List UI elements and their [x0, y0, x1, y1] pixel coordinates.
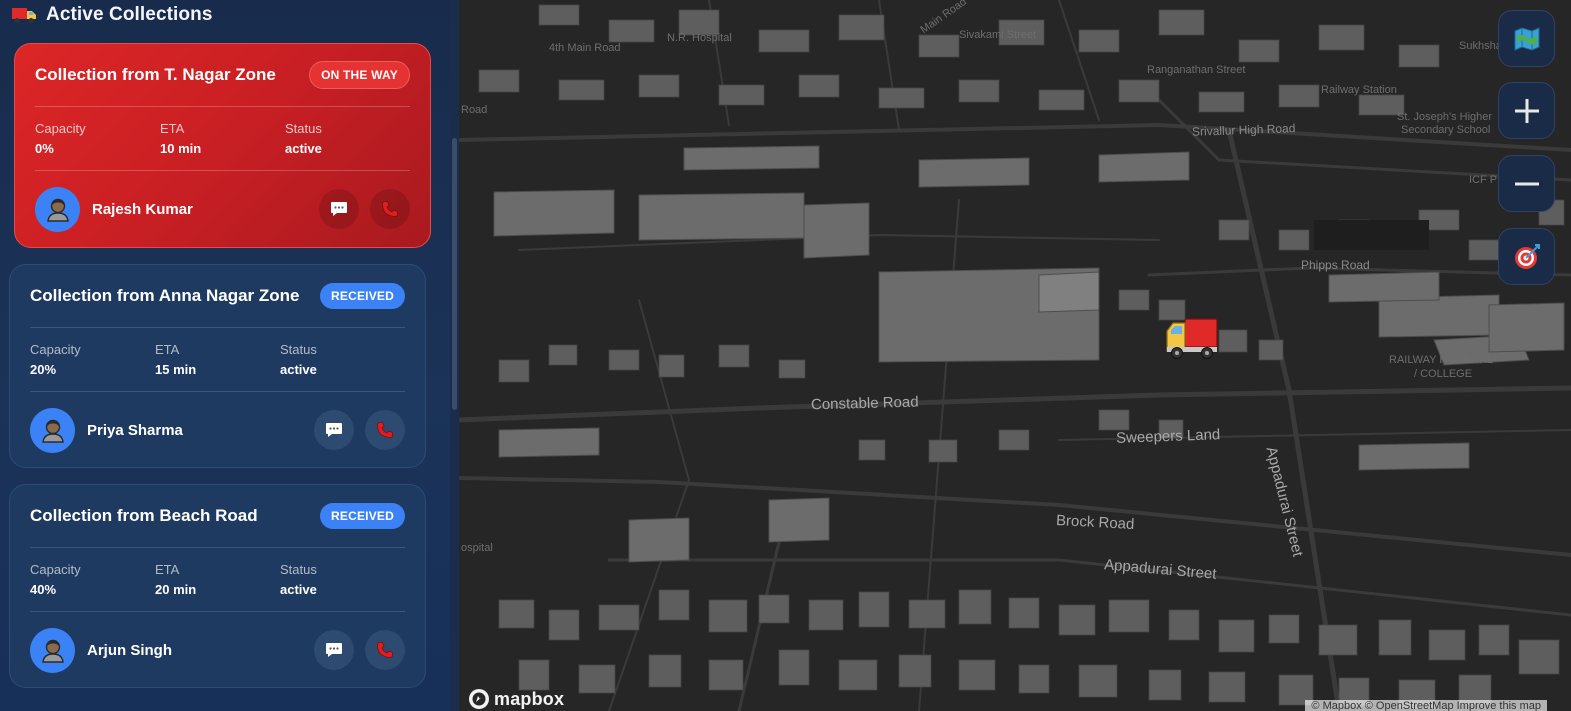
capacity-stat: Capacity 40%	[30, 562, 155, 611]
status-label: Status	[280, 562, 317, 577]
phone-icon	[377, 422, 393, 438]
zoom-out-icon	[1514, 182, 1539, 185]
person-icon	[46, 198, 69, 222]
street-label: Sweepers Land	[1115, 426, 1221, 447]
driver-name: Arjun Singh	[87, 641, 172, 659]
capacity-stat: Capacity 20%	[30, 342, 155, 391]
status-stat: Status active	[285, 121, 410, 170]
phone-icon	[382, 201, 398, 217]
collection-card[interactable]: Collection from Beach Road RECEIVED Capa…	[9, 484, 426, 688]
locate-button[interactable]	[1498, 228, 1555, 285]
place-label: RAILWAY HOSPITAL	[1389, 354, 1493, 366]
driver-name: Priya Sharma	[87, 421, 183, 439]
place-label: ICF P	[1469, 174, 1498, 186]
eta-value: 10 min	[160, 141, 202, 156]
collection-title: Collection from T. Nagar Zone	[35, 65, 276, 84]
eta-stat: ETA 10 min	[160, 121, 285, 170]
place-label: Sukhsha	[1459, 40, 1502, 52]
collection-title: Collection from Beach Road	[30, 506, 258, 525]
street-label: Phipps Road	[1301, 258, 1370, 272]
person-icon	[41, 419, 64, 443]
status-badge: RECEIVED	[320, 283, 405, 309]
eta-label: ETA	[160, 121, 185, 136]
avatar	[35, 186, 80, 232]
map-style-icon	[1514, 26, 1539, 51]
place-label: N.R. Hospital	[667, 32, 732, 44]
status-stat: Status active	[280, 342, 405, 391]
truck-icon[interactable]	[1165, 315, 1219, 360]
place-label: Railway Station	[1321, 84, 1397, 96]
capacity-value: 0%	[35, 141, 54, 156]
message-icon	[331, 202, 347, 216]
eta-value: 15 min	[155, 362, 197, 377]
zoom-in-icon	[1514, 98, 1539, 123]
place-label: ospital	[461, 542, 493, 554]
message-icon	[326, 423, 342, 437]
avatar	[30, 407, 75, 453]
locate-icon	[1514, 243, 1540, 269]
eta-stat: ETA 15 min	[155, 342, 280, 391]
collection-card[interactable]: Collection from Anna Nagar Zone RECEIVED…	[9, 264, 426, 468]
message-button[interactable]	[314, 410, 354, 450]
capacity-label: Capacity	[30, 562, 81, 577]
message-icon	[326, 643, 342, 657]
map-style-button[interactable]	[1498, 10, 1555, 67]
place-label: 4th Main Road	[549, 42, 621, 54]
sidebar-header: Active Collections	[12, 2, 213, 28]
place-label: Secondary School	[1401, 124, 1491, 136]
status-label: Status	[280, 342, 317, 357]
place-label: Road	[461, 104, 488, 116]
driver-name: Rajesh Kumar	[92, 200, 193, 218]
zoom-in-button[interactable]	[1498, 82, 1555, 139]
capacity-label: Capacity	[30, 342, 81, 357]
status-label: Status	[285, 121, 322, 136]
message-button[interactable]	[319, 189, 359, 229]
truck-icon	[12, 8, 36, 23]
status-stat: Status active	[280, 562, 405, 611]
person-icon	[41, 639, 64, 663]
mapbox-icon	[469, 689, 489, 709]
map-attribution[interactable]: © Mapbox © OpenStreetMap Improve this ma…	[1305, 700, 1547, 711]
place-label: Sivakami Street	[959, 29, 1037, 41]
message-button[interactable]	[314, 630, 354, 670]
eta-label: ETA	[155, 342, 180, 357]
call-button[interactable]	[365, 630, 405, 670]
place-label: Ranganathan Street	[1147, 64, 1246, 76]
status-badge: RECEIVED	[320, 503, 405, 529]
call-button[interactable]	[365, 410, 405, 450]
place-label: / COLLEGE	[1414, 368, 1473, 380]
collection-title: Collection from Anna Nagar Zone	[30, 286, 300, 305]
street-label: Constable Road	[810, 393, 919, 414]
phone-icon	[377, 642, 393, 658]
avatar	[30, 627, 75, 673]
capacity-value: 20%	[30, 362, 57, 377]
collection-card[interactable]: Collection from T. Nagar Zone ON THE WAY…	[14, 43, 431, 248]
eta-stat: ETA 20 min	[155, 562, 280, 611]
zoom-out-button[interactable]	[1498, 155, 1555, 212]
capacity-value: 40%	[30, 582, 57, 597]
mapbox-wordmark: mapbox	[494, 688, 565, 709]
status-value: active	[280, 582, 317, 597]
capacity-stat: Capacity 0%	[35, 121, 160, 170]
place-label: St. Joseph's Higher	[1397, 111, 1493, 123]
capacity-label: Capacity	[35, 121, 86, 136]
eta-label: ETA	[155, 562, 180, 577]
sidebar-title: Active Collections	[46, 4, 213, 25]
call-button[interactable]	[370, 189, 410, 229]
map-canvas[interactable]: Constable Road Sweepers Land Brock Road …	[459, 0, 1571, 711]
mapbox-logo[interactable]: mapbox	[468, 688, 564, 710]
status-badge: ON THE WAY	[309, 61, 410, 89]
sidebar-scroll-thumb[interactable]	[452, 138, 457, 410]
status-value: active	[280, 362, 317, 377]
eta-value: 20 min	[155, 582, 197, 597]
status-value: active	[285, 141, 322, 156]
collections-sidebar: Active Collections Collection from T. Na…	[0, 0, 459, 711]
